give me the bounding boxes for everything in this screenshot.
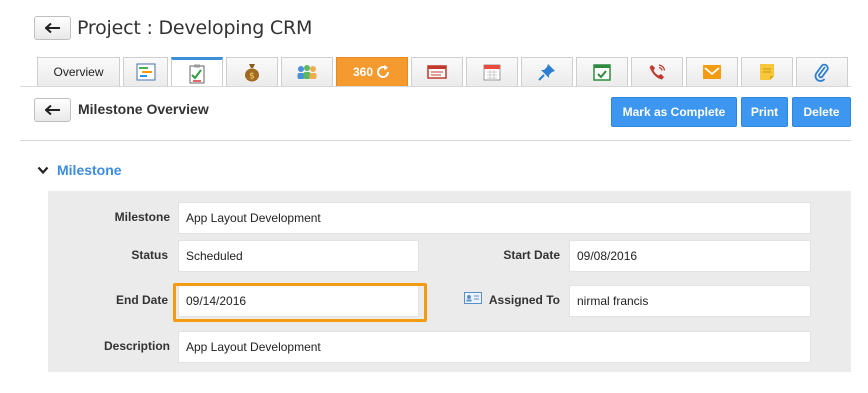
tab-gantt[interactable] <box>123 57 168 86</box>
card-list-icon <box>427 65 447 79</box>
description-field[interactable]: App Layout Development <box>178 331 811 363</box>
tab-team[interactable] <box>281 57 333 86</box>
header-divider <box>20 140 851 141</box>
chevron-down-icon <box>37 166 49 175</box>
sticky-note-icon <box>760 64 774 80</box>
tab-360[interactable]: 360 <box>336 57 408 86</box>
gantt-chart-icon <box>136 63 155 81</box>
tab-calendar[interactable] <box>466 57 518 86</box>
calendar-icon <box>483 64 501 81</box>
tab-cards[interactable] <box>411 57 463 86</box>
tab-calls[interactable] <box>631 57 683 86</box>
tab-pin[interactable] <box>521 57 573 86</box>
back-button[interactable] <box>34 16 71 40</box>
contact-card-icon <box>464 292 482 304</box>
tab-milestone[interactable] <box>171 57 223 87</box>
delete-button[interactable]: Delete <box>792 97 851 127</box>
page-title: Project : Developing CRM <box>77 17 313 39</box>
milestone-back-button[interactable] <box>34 98 71 122</box>
milestone-checklist-icon <box>189 64 205 83</box>
tab-overview[interactable]: Overview <box>37 57 120 86</box>
team-icon <box>297 65 317 79</box>
refresh-360-icon <box>377 65 390 78</box>
milestone-field[interactable]: App Layout Development <box>178 202 811 234</box>
money-bag-icon: $ <box>245 64 259 82</box>
status-label: Status <box>131 248 168 262</box>
end-date-field[interactable]: 09/14/2016 <box>178 285 419 317</box>
pin-icon <box>538 64 555 81</box>
tab-tasks[interactable] <box>576 57 628 86</box>
end-date-label: End Date <box>115 293 168 307</box>
tab-mail[interactable] <box>686 57 738 86</box>
tab-bar: Overview $ 360 <box>37 57 851 87</box>
start-date-label: Start Date <box>503 248 560 262</box>
task-check-icon <box>593 64 611 81</box>
tab-attachments[interactable] <box>796 57 848 86</box>
status-field[interactable]: Scheduled <box>178 240 419 272</box>
tab-notes[interactable] <box>741 57 793 86</box>
milestone-detail-panel: Milestone App Layout Development Status … <box>48 191 851 372</box>
print-button[interactable]: Print <box>741 97 788 127</box>
arrow-left-icon <box>44 105 60 115</box>
tab-overview-label: Overview <box>53 65 104 79</box>
assigned-to-label: Assigned To <box>488 293 560 307</box>
tab-divider <box>20 86 851 87</box>
description-label: Description <box>103 339 170 353</box>
section-header-title: Milestone Overview <box>78 101 209 117</box>
start-date-field[interactable]: 09/08/2016 <box>569 240 811 272</box>
attachment-icon <box>814 63 829 82</box>
arrow-left-icon <box>44 23 60 33</box>
milestone-section-toggle[interactable]: Milestone <box>37 162 122 178</box>
phone-call-icon <box>649 64 666 80</box>
mark-as-complete-button[interactable]: Mark as Complete <box>611 97 737 127</box>
assigned-to-field[interactable]: nirmal francis <box>569 285 811 317</box>
tab-360-label: 360 <box>352 65 374 79</box>
milestone-section-title: Milestone <box>57 162 122 178</box>
milestone-label: Milestone <box>114 210 170 224</box>
mail-icon <box>703 65 721 79</box>
tab-finance[interactable]: $ <box>226 57 278 86</box>
svg-text:$: $ <box>249 72 255 82</box>
